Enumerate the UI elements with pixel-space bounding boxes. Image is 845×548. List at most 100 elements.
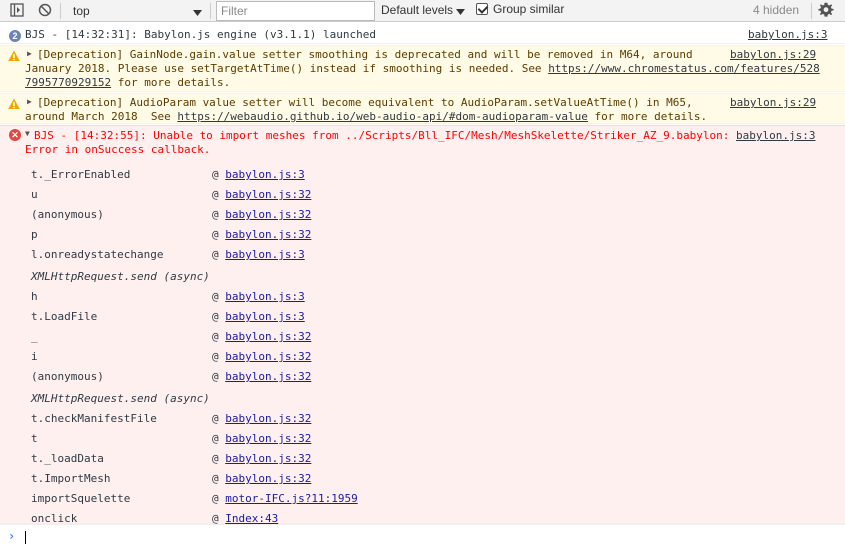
triangle-right-icon[interactable]: ▶ bbox=[27, 97, 32, 106]
text-caret bbox=[25, 531, 26, 544]
repeat-count-badge: 2 bbox=[9, 30, 21, 42]
stack-frame-source-link[interactable]: babylon.js:32 bbox=[225, 228, 311, 241]
stack-frame-function: t bbox=[31, 432, 38, 445]
source-link[interactable]: babylon.js:29 bbox=[730, 96, 816, 109]
docs-url-link-continued[interactable]: 7995770929152 bbox=[25, 76, 111, 89]
stack-frame-source-link[interactable]: babylon.js:32 bbox=[225, 330, 311, 343]
stack-frame-location: @ babylon.js:32 bbox=[212, 412, 311, 425]
gear-icon[interactable] bbox=[818, 2, 836, 20]
stack-frame-location: @ babylon.js:32 bbox=[212, 472, 311, 485]
message-line-2: January 2018. Please use setTargetAtTime… bbox=[25, 62, 820, 76]
stack-frame-function: p bbox=[31, 228, 38, 241]
at-symbol: @ bbox=[212, 472, 219, 485]
at-symbol: @ bbox=[212, 290, 219, 303]
stack-frame-source-link[interactable]: babylon.js:32 bbox=[225, 412, 311, 425]
console-prompt[interactable]: › bbox=[0, 524, 845, 548]
chevron-down-icon bbox=[193, 6, 202, 20]
stack-frame-function: t.ImportMesh bbox=[31, 472, 111, 485]
stack-frame-source-link[interactable]: babylon.js:3 bbox=[225, 168, 304, 181]
at-symbol: @ bbox=[212, 370, 219, 383]
source-link[interactable]: babylon.js:3 bbox=[748, 28, 827, 41]
warning-icon bbox=[8, 98, 20, 110]
source-link[interactable]: babylon.js:29 bbox=[730, 48, 816, 61]
stack-frame-source-link[interactable]: babylon.js:32 bbox=[225, 452, 311, 465]
stack-frame-source-link[interactable]: babylon.js:32 bbox=[225, 432, 311, 445]
stack-frame-location: @ babylon.js:32 bbox=[212, 228, 311, 241]
stack-frame-source-link[interactable]: babylon.js:3 bbox=[225, 290, 304, 303]
at-symbol: @ bbox=[212, 492, 219, 505]
stack-frame-location: @ babylon.js:3 bbox=[212, 310, 305, 323]
stack-frame-location: @ babylon.js:32 bbox=[212, 350, 311, 363]
group-similar-label: Group similar bbox=[493, 2, 565, 16]
at-symbol: @ bbox=[212, 350, 219, 363]
stack-frame-source-link[interactable]: babylon.js:32 bbox=[225, 350, 311, 363]
message-line-2: around March 2018 See https://webaudio.g… bbox=[25, 110, 707, 124]
context-selector[interactable]: top bbox=[64, 2, 205, 20]
stack-frame-function: l.onreadystatechange bbox=[31, 248, 164, 261]
stack-frame-source-link[interactable]: babylon.js:32 bbox=[225, 188, 311, 201]
prompt-chevron-icon: › bbox=[8, 529, 16, 543]
triangle-right-icon[interactable]: ▶ bbox=[27, 49, 32, 58]
toolbar-divider bbox=[210, 3, 211, 19]
triangle-down-icon[interactable]: ▼ bbox=[25, 129, 30, 138]
stack-frame-function: i bbox=[31, 350, 38, 363]
stack-frame-function: t.checkManifestFile bbox=[31, 412, 157, 425]
at-symbol: @ bbox=[212, 228, 219, 241]
stack-frame-source-link[interactable]: babylon.js:32 bbox=[225, 370, 311, 383]
stack-frame-source-link[interactable]: motor-IFC.js?11:1959 bbox=[225, 492, 357, 505]
sidebar-toggle-icon[interactable] bbox=[10, 3, 26, 19]
message-line-3: 7995770929152 for more details. bbox=[25, 76, 230, 90]
at-symbol: @ bbox=[212, 208, 219, 221]
console-toolbar: top Default levels Group similar 4 hidde… bbox=[0, 0, 845, 22]
stack-frame-location: @ babylon.js:32 bbox=[212, 208, 311, 221]
stack-frame-source-link[interactable]: babylon.js:32 bbox=[225, 472, 311, 485]
filter-input[interactable] bbox=[216, 1, 375, 21]
at-symbol: @ bbox=[212, 412, 219, 425]
group-similar-checkbox[interactable] bbox=[476, 3, 488, 15]
at-symbol: @ bbox=[212, 310, 219, 323]
async-boundary: XMLHttpRequest.send (async) bbox=[31, 270, 210, 283]
stack-frame-function: (anonymous) bbox=[31, 370, 104, 383]
stack-frame-source-link[interactable]: babylon.js:3 bbox=[225, 310, 304, 323]
stack-frame-location: @ babylon.js:32 bbox=[212, 370, 311, 383]
stack-frame-source-link[interactable]: babylon.js:32 bbox=[225, 208, 311, 221]
stack-frame-location: @ babylon.js:3 bbox=[212, 248, 305, 261]
stack-frame-function: t.LoadFile bbox=[31, 310, 98, 323]
message-text: for more details. bbox=[587, 110, 708, 123]
stack-frame-location: @ motor-IFC.js?11:1959 bbox=[212, 492, 358, 505]
message-text: January 2018. Please use setTargetAtTime… bbox=[25, 62, 549, 75]
docs-url-link[interactable]: https://webaudio.github.io/web-audio-api… bbox=[177, 110, 588, 123]
docs-url-link[interactable]: https://www.chromestatus.com/features/52… bbox=[548, 62, 820, 75]
log-levels-dropdown[interactable]: Default levels bbox=[381, 3, 465, 17]
message-text: for more details. bbox=[111, 76, 231, 89]
stack-frame-function: (anonymous) bbox=[31, 208, 104, 221]
source-link[interactable]: babylon.js:3 bbox=[736, 129, 815, 142]
stack-frame-function: u bbox=[31, 188, 38, 201]
stack-frame-location: @ babylon.js:32 bbox=[212, 432, 311, 445]
chevron-down-icon bbox=[456, 5, 465, 19]
stack-frame-function: t._loadData bbox=[31, 452, 104, 465]
at-symbol: @ bbox=[212, 188, 219, 201]
stack-frame-function: _ bbox=[31, 330, 38, 343]
at-symbol: @ bbox=[212, 248, 219, 261]
error-line-1: BJS - [14:32:55]: Unable to import meshe… bbox=[34, 129, 730, 142]
async-boundary: XMLHttpRequest.send (async) bbox=[31, 392, 210, 405]
toolbar-divider bbox=[60, 3, 61, 19]
console-message-warning: ▶ [Deprecation] AudioParam value setter … bbox=[0, 93, 845, 124]
message-text: around March 2018 See bbox=[25, 110, 178, 123]
clear-console-icon[interactable] bbox=[38, 3, 54, 19]
context-value: top bbox=[73, 4, 90, 18]
stack-frame-source-link[interactable]: babylon.js:3 bbox=[225, 248, 304, 261]
at-symbol: @ bbox=[212, 432, 219, 445]
message-text: BJS - [14:32:31]: Babylon.js engine (v3.… bbox=[25, 28, 376, 41]
stack-frame-function: importSquelette bbox=[31, 492, 131, 505]
message-line-1: [Deprecation] GainNode.gain.value setter… bbox=[37, 48, 693, 61]
stack-frame-location: @ babylon.js:32 bbox=[212, 452, 311, 465]
stack-frame-function: h bbox=[31, 290, 38, 303]
stack-frame-location: @ babylon.js:3 bbox=[212, 168, 305, 181]
stack-frame-function: t._ErrorEnabled bbox=[31, 168, 131, 181]
at-symbol: @ bbox=[212, 452, 219, 465]
warning-icon bbox=[8, 50, 20, 62]
stack-frame-location: @ babylon.js:32 bbox=[212, 188, 311, 201]
stack-frame-location: @ babylon.js:3 bbox=[212, 290, 305, 303]
